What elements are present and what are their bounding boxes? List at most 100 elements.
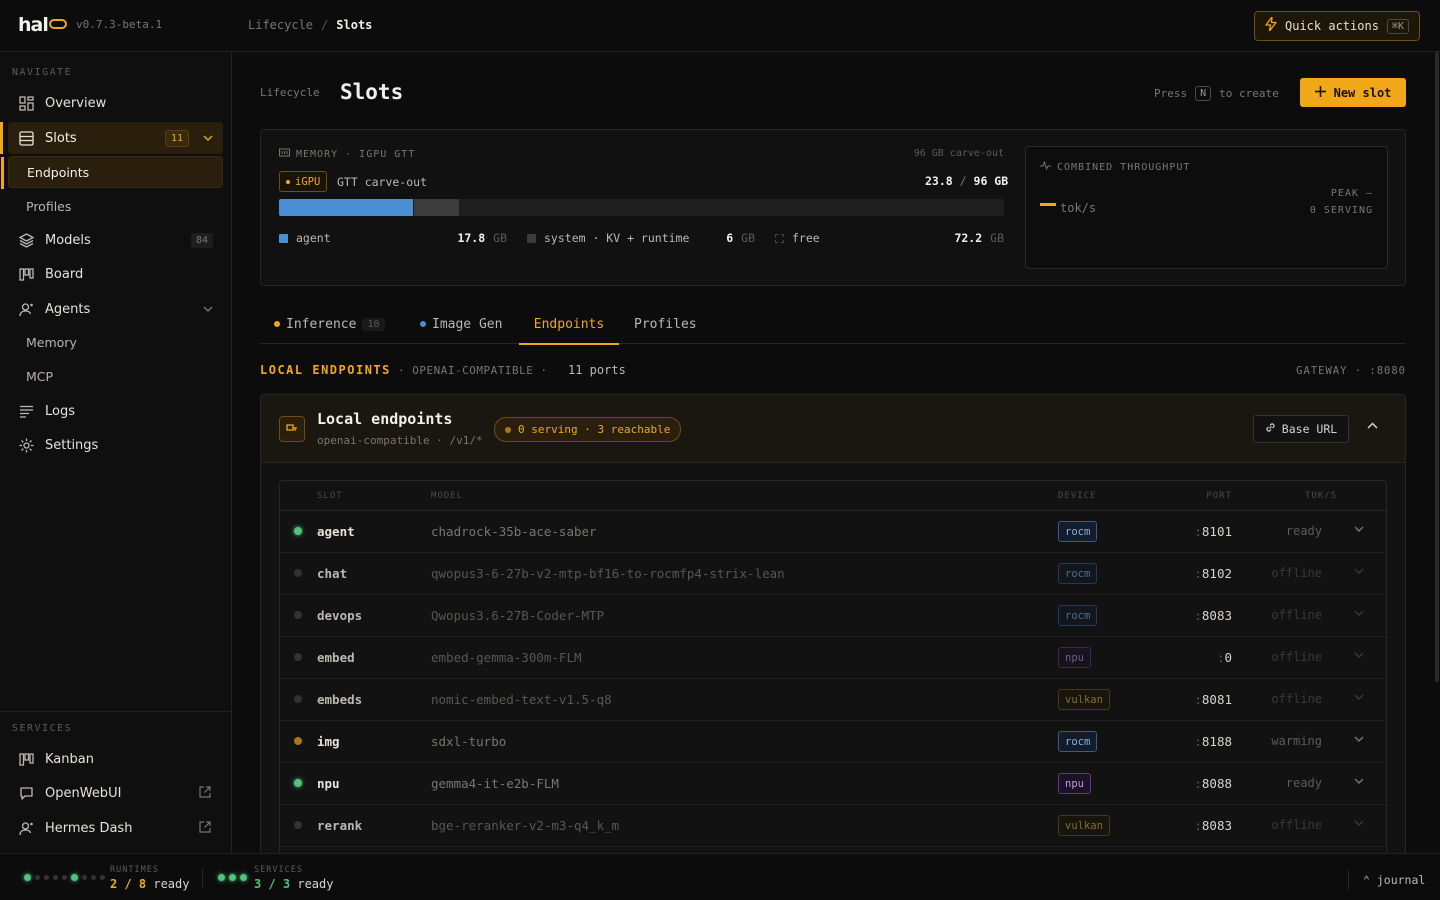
endpoints-status-label: 0 serving · 3 reachable [518,423,671,436]
layers-icon [18,232,34,248]
memory-bar-agent [279,199,413,216]
local-endpoints-ports: 11 ports [568,363,626,377]
chevron-down-icon[interactable] [203,133,213,144]
sidebar-item-profiles[interactable]: Profiles [8,190,223,222]
logs-icon [18,403,34,419]
memory-header-label: MEMORY · IGPU GTT [296,149,416,160]
service-item-label: Kanban [45,751,94,767]
chevron-down-icon[interactable] [1354,776,1364,787]
chevron-down-icon[interactable] [1354,650,1364,661]
service-dot [229,874,236,881]
sidebar-item-board[interactable]: Board [8,258,223,290]
external-link-icon[interactable] [199,820,211,836]
chevron-down-icon[interactable] [203,304,213,315]
journal-toggle[interactable]: ⌃ journal [1348,870,1425,890]
legend-name: system · KV + runtime [544,231,690,245]
quick-actions-button[interactable]: Quick actions ⌘K [1254,11,1420,41]
sidebar-item-memory[interactable]: Memory [8,326,223,358]
chevron-down-icon[interactable] [1354,818,1364,829]
table-row[interactable]: embed embed-gemma-300m-FLM npu:0 offline [280,637,1386,679]
chevron-up-icon[interactable] [1367,419,1378,432]
sidebar-item-overview[interactable]: Overview [8,87,223,119]
model-name: qwopus3-6-27b-v2-mtp-bf16-to-rocmfp4-str… [431,566,785,581]
legend-value: 72.2 [954,231,983,245]
table-row[interactable]: npu gemma4-it-e2b-FLM npu:8088 ready [280,763,1386,805]
sidebar-item-agents[interactable]: Agents [8,293,223,325]
sidebar-item-settings[interactable]: Settings [8,429,223,461]
device-badge: rocm [1058,521,1098,542]
chevron-down-icon[interactable] [1354,524,1364,535]
runtimes-ready-label: ready [153,877,190,891]
memory-carveout: 96 GB carve-out [913,148,1004,159]
table-row[interactable]: agent chadrock-35b-ace-saber rocm:8101 read… [280,511,1386,553]
runtime-dot [100,875,105,880]
base-url-button[interactable]: Base URL [1253,415,1349,443]
status-dot [294,779,302,787]
app-logo[interactable]: hal [18,14,67,36]
services-status[interactable]: 3 / 3 ready [254,877,333,891]
legend-unit: GB [990,231,1004,245]
sidebar-item-logs[interactable]: Logs [8,395,223,427]
column-header-device: DEVICE [1058,491,1097,501]
legend-unit: GB [741,231,755,245]
throughput-unit: tok/s [1060,201,1097,215]
sidebar-item-label: Board [45,266,84,282]
gateway-label: GATEWAY · :8080 [1296,365,1406,377]
sidebar: NAVIGATE Overview Slots 11 Endpoints Pro… [0,52,232,853]
new-slot-button[interactable]: New slot [1300,78,1406,107]
legend-unit: GB [493,231,507,245]
table-row[interactable]: chat qwopus3-6-27b-v2-mtp-bf16-to-rocmfp4… [280,553,1386,595]
table-row[interactable]: devops Qwopus3.6-27B-Coder-MTP rocm:8083 of… [280,595,1386,637]
sidebar-item-mcp[interactable]: MCP [8,360,223,392]
chevron-down-icon[interactable] [1354,608,1364,619]
table-row[interactable]: rerank bge-reranker-v2-m3-q4_k_m vulkan:80… [280,805,1386,847]
legend-free: free 72.2 GB [775,231,1004,245]
table-row[interactable]: img sdxl-turbo rocm:8188 warming [280,721,1386,763]
legend-swatch [527,233,536,243]
runtimes-indicator [24,874,105,881]
sidebar-item-models[interactable]: Models 84 [8,224,223,256]
tab-label: Image Gen [432,316,503,332]
runtimes-status[interactable]: 2 / 8 ready [110,877,189,891]
chevron-down-icon[interactable] [1354,566,1364,577]
tab-dot [274,321,280,327]
sidebar-item-slots[interactable]: Slots 11 [0,122,223,154]
tab-inference[interactable]: Inference 10 [274,304,385,344]
tab-dot [420,321,426,327]
tab-profiles[interactable]: Profiles [634,304,697,344]
table-row[interactable]: embeds nomic-embed-text-v1.5-q8 vulkan:808… [280,679,1386,721]
link-icon [1265,422,1276,436]
slot-name: chat [317,566,348,581]
sidebar-item-label: Models [45,232,91,248]
service-item-hermes-dash[interactable]: Hermes Dash [8,812,223,844]
breadcrumb-parent[interactable]: Lifecycle [248,18,313,32]
create-hint-key: N [1195,86,1212,101]
external-link-icon[interactable] [199,785,211,801]
table-header: SLOT MODEL DEVICE PORT TOK/S [280,481,1386,511]
legend-system: system · KV + runtime 6 GB [527,231,755,245]
tab-image-gen[interactable]: Image Gen [420,304,502,344]
port-number: 8102 [1201,566,1232,581]
service-item-kanban[interactable]: Kanban [8,743,223,775]
memory-card: MEMORY · IGPU GTT 96 GB carve-out iGPU G… [260,129,1406,286]
tab-endpoints[interactable]: Endpoints [519,304,619,345]
port-number: 8188 [1201,734,1232,749]
model-name: gemma4-it-e2b-FLM [431,776,559,791]
sidebar-item-endpoints[interactable]: Endpoints [1,156,223,189]
igpu-badge-label: iGPU [295,175,321,188]
model-name: chadrock-35b-ace-saber [431,524,597,539]
local-endpoints-heading: LOCAL ENDPOINTS [260,363,391,377]
status-dot [294,527,302,535]
legend-name: agent [296,231,331,245]
port-value: :8083 [1194,608,1232,623]
services-indicator [218,874,247,881]
memory-bar [279,199,1004,216]
main-scrollbar[interactable] [1435,52,1439,682]
device-badge: vulkan [1058,815,1110,836]
column-header-slot: SLOT [317,491,343,501]
app-version: v0.7.3-beta.1 [76,18,163,31]
chevron-down-icon[interactable] [1354,692,1364,703]
igpu-badge: iGPU [279,171,328,192]
chevron-down-icon[interactable] [1354,734,1364,745]
service-item-openwebui[interactable]: OpenWebUI [8,777,223,809]
